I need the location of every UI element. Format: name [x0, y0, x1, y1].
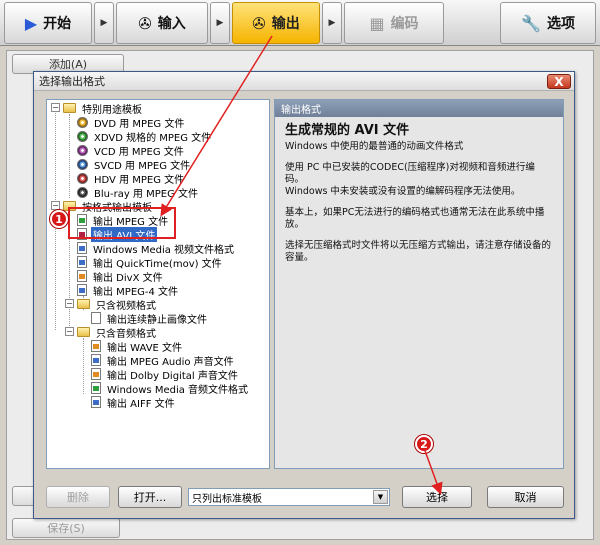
info-paragraph: 基本上，如果PC无法进行的编码格式也通常无法在此系统中播放。: [285, 207, 545, 230]
play-icon: ▶: [24, 13, 38, 33]
format-tree[interactable]: − 特别用途模板 DVD 用 MPEG 文件 XDVD 规格的 MPEG 文件 …: [46, 99, 270, 469]
info-paragraph: 选择无压缩格式时文件将以无压缩方式输出，请注意存储设备的容量。: [285, 240, 552, 263]
cancel-button[interactable]: 取消: [487, 486, 564, 508]
file-icon: [91, 396, 101, 408]
tree-item-mpeg4[interactable]: 输出 MPEG-4 文件: [77, 283, 180, 298]
info-paragraph: Windows 中使用的最普通的动画文件格式: [285, 141, 464, 152]
disc-icon: [77, 144, 88, 156]
dialog-titlebar[interactable]: 选择输出格式 X: [34, 72, 574, 91]
disc-icon: [77, 158, 88, 170]
output-button[interactable]: ✇ 输出: [232, 2, 320, 44]
file-icon: [91, 368, 101, 380]
file-icon: [77, 284, 87, 296]
tree-item-dvd[interactable]: DVD 用 MPEG 文件: [77, 115, 186, 130]
tree-folder-audioonly[interactable]: 只含音频格式: [77, 325, 158, 340]
file-icon: [91, 382, 101, 394]
tree-item-aiff[interactable]: 输出 AIFF 文件: [91, 395, 177, 410]
step-badge-2: 2: [415, 435, 433, 453]
select-output-format-dialog: 选择输出格式 X − 特别用途模板 DVD 用 MPEG 文件 XDVD 规格的…: [33, 71, 575, 519]
start-arrow[interactable]: ▶: [94, 2, 114, 44]
close-button[interactable]: X: [547, 74, 571, 89]
file-icon: [91, 312, 101, 324]
encode-button[interactable]: ▦ 编码: [344, 2, 444, 44]
step-badge-1: 1: [50, 210, 68, 228]
film-reel-icon: ✇: [252, 13, 266, 33]
file-icon: [77, 256, 87, 268]
disc-icon: [77, 116, 88, 128]
tree-item-bluray[interactable]: Blu-ray 用 MPEG 文件: [77, 185, 200, 200]
tree-item-mpegaudio[interactable]: 输出 MPEG Audio 声音文件: [91, 353, 236, 368]
tree-item-wma[interactable]: Windows Media 音频文件格式: [91, 381, 250, 396]
tree-item-xdvd[interactable]: XDVD 规格的 MPEG 文件: [77, 129, 213, 144]
tree-item-wmv[interactable]: Windows Media 视频文件格式: [77, 241, 236, 256]
tree-item-dolby[interactable]: 输出 Dolby Digital 声音文件: [91, 367, 240, 382]
tree-item-svcd[interactable]: SVCD 用 MPEG 文件: [77, 157, 192, 172]
info-paragraph: 使用 PC 中已安装的CODEC(压缩程序)对视频和音频进行编码。 Window…: [285, 162, 535, 197]
close-icon: X: [554, 74, 564, 89]
tree-item-mov[interactable]: 输出 QuickTime(mov) 文件: [77, 255, 224, 270]
info-title: 生成常规的 AVI 文件: [285, 123, 410, 138]
folder-icon: [63, 103, 76, 113]
folder-icon: [77, 327, 90, 337]
info-header: 输出格式: [275, 100, 563, 117]
options-button[interactable]: 🔧 选项: [500, 2, 596, 44]
template-filter-select[interactable]: 只列出标准模板 ▼: [188, 488, 390, 506]
film-reel-icon: ✇: [138, 13, 152, 33]
input-button[interactable]: ✇ 输入: [116, 2, 208, 44]
file-icon: [91, 354, 101, 366]
delete-button[interactable]: 删除: [46, 486, 110, 508]
input-arrow[interactable]: ▶: [210, 2, 230, 44]
start-button[interactable]: ▶ 开始: [4, 2, 92, 44]
output-arrow[interactable]: ▶: [322, 2, 342, 44]
file-icon: [77, 242, 87, 254]
tree-folder-special[interactable]: 特别用途模板: [63, 101, 144, 116]
wrench-icon: 🔧: [521, 13, 541, 33]
select-button[interactable]: 选择: [402, 486, 472, 508]
file-icon: [77, 270, 87, 282]
film-strip-icon: ▦: [369, 13, 385, 33]
highlight-box: [68, 207, 176, 239]
disc-icon: [77, 186, 88, 198]
tree-item-hdv[interactable]: HDV 用 MPEG 文件: [77, 171, 186, 186]
tree-item-wave[interactable]: 输出 WAVE 文件: [91, 339, 184, 354]
tree-item-divx[interactable]: 输出 DivX 文件: [77, 269, 165, 284]
bg-save-button[interactable]: 保存(S): [12, 518, 120, 538]
main-toolbar: ▶ 开始 ▶ ✇ 输入 ▶ ✇ 输出 ▶ ▦ 编码 🔧 选项: [0, 0, 600, 46]
disc-icon: [77, 172, 88, 184]
format-info-panel: 输出格式 生成常规的 AVI 文件 Windows 中使用的最普通的动画文件格式…: [274, 99, 564, 469]
dialog-title: 选择输出格式: [39, 75, 105, 88]
tree-folder-videoonly[interactable]: 只含视频格式: [77, 297, 158, 312]
open-button[interactable]: 打开...: [118, 486, 182, 508]
folder-icon: [77, 299, 90, 309]
tree-item-vcd[interactable]: VCD 用 MPEG 文件: [77, 143, 186, 158]
disc-icon: [77, 130, 88, 142]
chevron-down-icon[interactable]: ▼: [373, 490, 388, 504]
tree-item-stills[interactable]: 输出连续静止画像文件: [91, 311, 209, 326]
file-icon: [91, 340, 101, 352]
